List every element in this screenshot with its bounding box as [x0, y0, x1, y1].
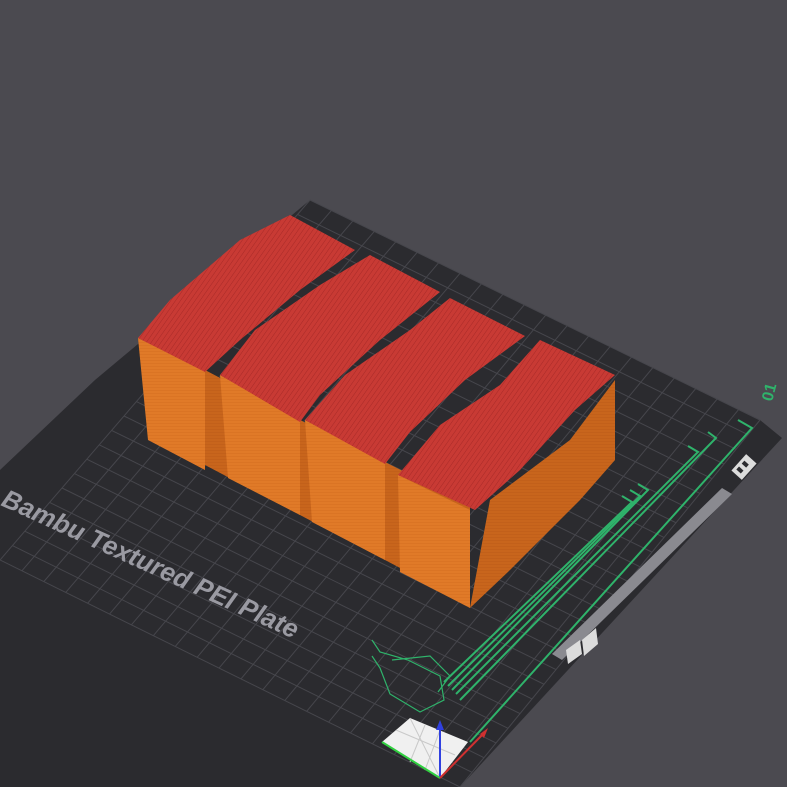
plate-number: 01 [759, 381, 780, 403]
3d-viewport[interactable]: Bambu Textured PEI Plate 01 [0, 0, 787, 787]
scene: Bambu Textured PEI Plate 01 [0, 199, 782, 787]
